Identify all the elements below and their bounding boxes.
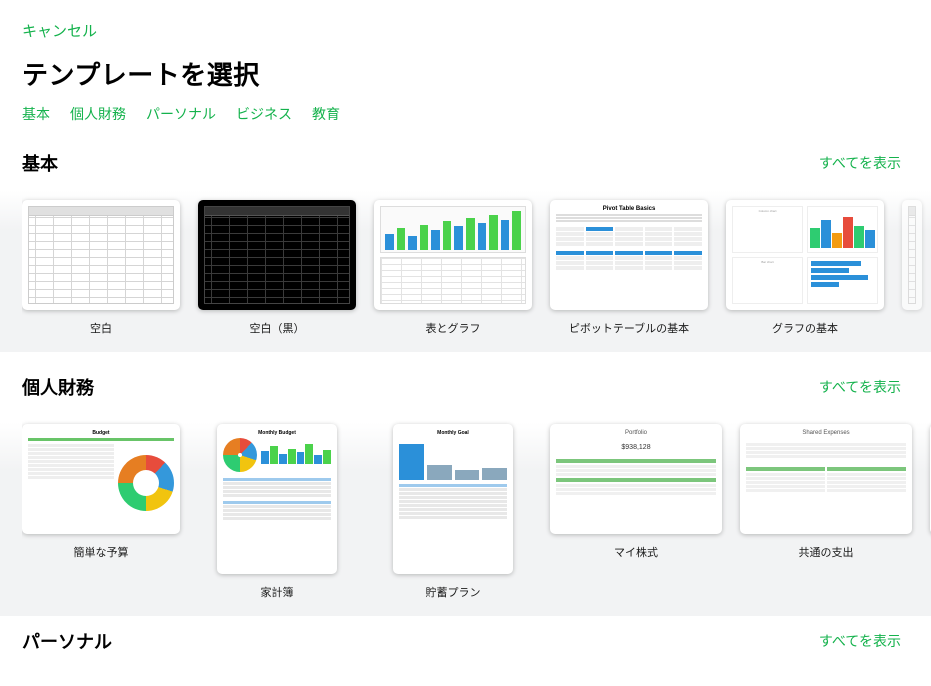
tab-basic[interactable]: 基本 <box>22 104 50 124</box>
template-label: ピボットテーブルの基本 <box>550 320 708 336</box>
section-personal: パーソナル すべてを表示 <box>0 628 931 654</box>
template-pivot-basics[interactable]: Pivot Table Basics ピボットテーブルの基本 <box>550 200 708 336</box>
template-label: グラフの基本 <box>726 320 884 336</box>
template-household[interactable]: Monthly Budget 家計簿 <box>198 424 356 600</box>
template-blank[interactable]: 空白 <box>22 200 180 336</box>
template-label: 貯蓄プラン <box>374 584 532 600</box>
cancel-button[interactable]: キャンセル <box>22 20 97 41</box>
template-extra-peek[interactable] <box>902 200 922 336</box>
show-all-finance[interactable]: すべてを表示 <box>819 377 901 397</box>
tab-finance[interactable]: 個人財務 <box>70 104 126 124</box>
template-label: 共通の支出 <box>740 544 912 560</box>
template-chart-basics[interactable]: Column chart Bar chart グラフの基本 <box>726 200 884 336</box>
category-tabs: 基本 個人財務 パーソナル ビジネス 教育 <box>22 104 909 124</box>
section-title-personal: パーソナル <box>22 628 112 654</box>
show-all-personal[interactable]: すべてを表示 <box>819 631 901 651</box>
section-basic: 基本 すべてを表示 空白 空白（黒） <box>0 150 931 352</box>
page-title: テンプレートを選択 <box>22 55 909 92</box>
template-stocks[interactable]: Portfolio $938,128 マイ株式 <box>550 424 722 600</box>
template-simple-budget[interactable]: Budget 簡単な予算 <box>22 424 180 600</box>
tab-personal[interactable]: パーソナル <box>146 104 216 124</box>
template-label: 表とグラフ <box>374 320 532 336</box>
template-blank-dark[interactable]: 空白（黒） <box>198 200 356 336</box>
section-title-basic: 基本 <box>22 150 58 176</box>
section-title-finance: 個人財務 <box>22 374 94 400</box>
tab-education[interactable]: 教育 <box>312 104 340 124</box>
template-savings[interactable]: Monthly Goal 貯蓄プラン <box>374 424 532 600</box>
template-label: 空白 <box>22 320 180 336</box>
template-table-chart[interactable]: 表とグラフ <box>374 200 532 336</box>
template-label: 家計簿 <box>198 584 356 600</box>
section-finance: 個人財務 すべてを表示 Budget 簡単な予算 <box>0 374 931 616</box>
tab-business[interactable]: ビジネス <box>236 104 292 124</box>
template-label: 簡単な予算 <box>22 544 180 560</box>
template-shared-expenses[interactable]: Shared Expenses 共通の支出 <box>740 424 912 600</box>
template-label: 空白（黒） <box>198 320 356 336</box>
template-label: マイ株式 <box>550 544 722 560</box>
show-all-basic[interactable]: すべてを表示 <box>819 153 901 173</box>
